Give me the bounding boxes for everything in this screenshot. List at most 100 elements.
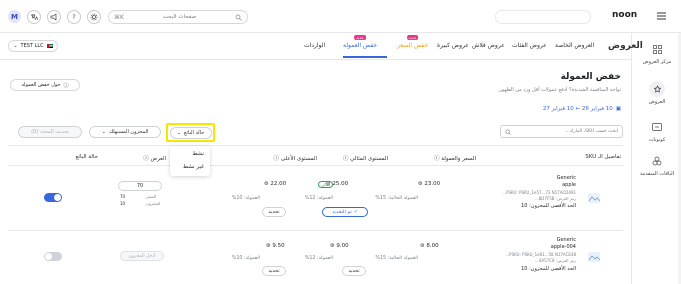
calendar-icon: ▣: [615, 106, 621, 112]
about-commission-button[interactable]: حول خفض العمولة ⓘ: [10, 79, 80, 91]
ideal-price-text: 22.00: [270, 181, 287, 187]
offer-note-stock: المخزون: [146, 201, 161, 206]
update-selected-button[interactable]: تحديث المحدد (0): [18, 126, 82, 138]
ideal-price-text: 9.50: [272, 243, 285, 249]
table-row: Generic apple PSKU: PSKU_1e57...73 N17AC…: [8, 166, 623, 230]
grid-icon: [649, 41, 665, 57]
sidebar-item-coupons[interactable]: كوبونات: [632, 119, 681, 143]
tab-commission-reduction[interactable]: جديد خفض العمولة: [343, 35, 378, 49]
status-dropdown-label: حالة البائع: [183, 129, 205, 136]
tab-imports[interactable]: الواردات: [304, 42, 325, 49]
offer-input[interactable]: أدخل المخزون: [120, 251, 164, 261]
tab-label: خفض العمولة: [343, 42, 378, 49]
settings-icon[interactable]: [87, 10, 101, 24]
hamburger-icon[interactable]: [657, 12, 666, 20]
sku-brand: Generic: [556, 237, 576, 243]
nav-divider: [0, 59, 631, 60]
info-icon: ⓘ: [63, 82, 69, 89]
price-text: 8.00: [426, 243, 439, 249]
shortcut-icon: ⌘K: [114, 13, 124, 21]
tab-price-reduction[interactable]: جديد خفض السعر: [397, 35, 429, 49]
checkbox[interactable]: [587, 192, 605, 206]
page-subtitle: تواجه المنافسة الشديدة؟ ادفع عمولات أقل …: [497, 87, 621, 93]
select-label: تحديد: [268, 209, 280, 215]
update-button-label: تحديث المحدد (0): [31, 129, 69, 135]
coupon-icon: [649, 119, 665, 135]
ideal-select-button[interactable]: تحديد: [262, 266, 286, 276]
ideal-price: ⊜ 22.00: [264, 181, 286, 187]
tab-big-offers[interactable]: عروض كبيرة: [437, 42, 469, 49]
tab-label: الواردات: [304, 42, 326, 49]
global-search[interactable]: ⌘K صفحات البحث: [108, 10, 248, 24]
translate-icon[interactable]: [27, 10, 41, 24]
info-icon: ⓘ: [342, 156, 349, 162]
tab-flash-offers[interactable]: عروض فلاش: [472, 42, 505, 49]
header-label: تفاصيل الـ SKU: [585, 154, 621, 160]
info-icon: ⓘ: [143, 156, 149, 162]
offer-note-stock-value: 10: [120, 201, 126, 206]
search-placeholder: صفحات البحث: [162, 14, 197, 20]
tab-label: العروض الخاصة: [555, 42, 595, 49]
optimal-price-text: 25.00: [332, 181, 349, 187]
new-badge: جديد: [354, 35, 366, 40]
avatar-initial: M: [11, 12, 18, 21]
stock-dropdown[interactable]: ⌄ المخزون المستهلك: [89, 126, 161, 138]
seller-status-toggle[interactable]: [44, 252, 62, 261]
date-range-text: 10 فبراير 26 ← 10 فبراير 27: [542, 106, 613, 112]
header-label: حالة البائع: [75, 154, 98, 160]
sku-meta: رمز العرض: 4A57C8...: [534, 258, 576, 263]
sidebar-item-offers[interactable]: العروض: [632, 81, 681, 105]
tab-special-offers[interactable]: العروض الخاصة: [555, 42, 594, 49]
tab-label: عروض الفئات: [512, 42, 547, 49]
tab-category-offers[interactable]: عروض الفئات: [512, 42, 547, 49]
seller-status-toggle[interactable]: [44, 193, 62, 202]
column-header-offer: العرض ⓘ: [143, 154, 166, 162]
date-range: ▣ 10 فبراير 26 ← 10 فبراير 27: [543, 106, 621, 112]
offers-icon: [649, 81, 665, 97]
store-selector[interactable]: ⌄ TEST LLC: [8, 40, 58, 52]
sku-stock: الحد الأقصى للمخزون: 10: [521, 203, 576, 209]
column-header-seller-status: حالة البائع: [76, 154, 98, 160]
info-icon: ⓘ: [273, 156, 280, 162]
avatar[interactable]: M: [8, 10, 21, 23]
status-option-inactive[interactable]: غير نشط: [183, 164, 204, 170]
price-value: ⊜ 8.00: [420, 243, 439, 249]
sidebar-item-label: الباقات المتقدمة: [640, 171, 674, 177]
ideal-price: ⊜ 9.50: [266, 243, 285, 249]
price-value: ⊜ 23.00: [418, 181, 440, 187]
sidebar-item-bundles[interactable]: الباقات المتقدمة: [632, 153, 681, 178]
tab-label: خفض السعر: [397, 42, 429, 49]
help-icon[interactable]: ?: [67, 10, 81, 24]
sku-stock: الحد الأقصى للمخزون: 10: [521, 266, 576, 272]
info-icon: ⓘ: [434, 156, 440, 162]
offer-value: 70: [136, 183, 144, 189]
store-name: TEST LLC: [20, 43, 44, 49]
optimal-selected-button[interactable]: تم التحديد ✓: [322, 207, 368, 217]
toggle-knob: [54, 194, 61, 201]
ideal-select-button[interactable]: تحديد: [262, 207, 286, 217]
column-header-price: السعر والعمولة ⓘ: [434, 154, 476, 162]
toggle-knob: [45, 253, 52, 260]
sidebar: مركز العروض العروض كوبونات الباقات المتق…: [631, 33, 681, 284]
offer-input[interactable]: 70: [118, 181, 162, 191]
status-dropdown-menu: نشط غير نشط: [170, 146, 210, 176]
header-label: السعر والعمولة: [441, 156, 476, 162]
status-option-active[interactable]: نشط: [192, 151, 204, 157]
checkbox[interactable]: [587, 251, 605, 265]
select-label: تحديد: [268, 268, 280, 274]
chevron-down-icon: ⌄: [176, 129, 181, 136]
secondary-search[interactable]: [495, 10, 591, 24]
new-badge: جديد: [406, 35, 419, 40]
seller-status-dropdown[interactable]: ⌄ حالة البائع: [166, 123, 215, 142]
flag-icon: [46, 44, 53, 48]
optimal-badge: مثالي: [318, 181, 334, 188]
logo-text: noon: [612, 10, 638, 20]
sku-name: apple: [562, 182, 576, 188]
current-commission: العمولة الحالية: 15%: [375, 256, 418, 261]
table-search-input[interactable]: ابحث حسب SKU، المارك...: [500, 125, 623, 138]
optimal-select-button[interactable]: تحديد: [342, 266, 366, 276]
sku-ids: PSKU: PSKU_1e61...58 N17ACE48...: [505, 252, 576, 257]
sidebar-item-label: مركز العروض: [642, 59, 672, 65]
megaphone-icon[interactable]: [47, 10, 61, 24]
sidebar-item-label: العروض: [648, 99, 666, 105]
